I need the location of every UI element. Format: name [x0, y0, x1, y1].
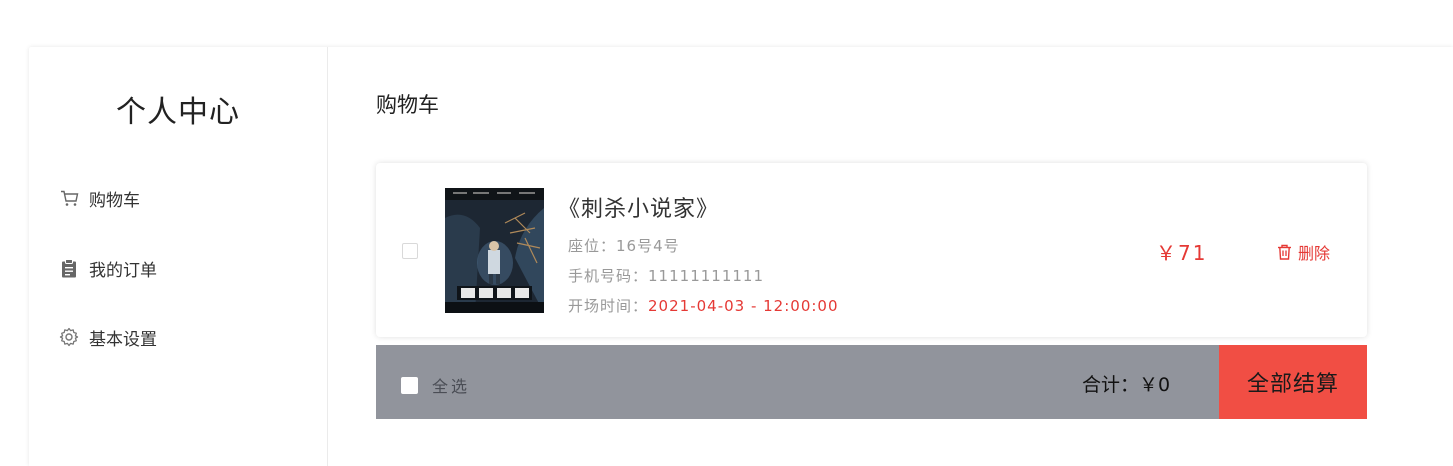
cart-total: 合计：￥0 — [1082, 370, 1170, 397]
item-price: ￥71 — [1156, 241, 1208, 265]
phone-label: 手机号码： — [568, 267, 649, 285]
total-value: ￥0 — [1139, 374, 1171, 396]
movie-title: 《刺杀小说家》 — [558, 197, 720, 222]
sidebar-item-cart[interactable]: 购物车 — [59, 186, 140, 211]
cart-footer: 全选 合计：￥0 全部结算 — [376, 345, 1367, 419]
content-panel: 个人中心 购物车 我的订单 基本设置 购物车 《刺杀小说家》 座位：16号4号 … — [29, 47, 1453, 466]
delete-label: 删除 — [1298, 244, 1331, 263]
sidebar: 个人中心 购物车 我的订单 基本设置 — [29, 47, 328, 466]
clipboard-icon — [59, 258, 79, 278]
sidebar-item-label: 我的订单 — [89, 260, 157, 281]
select-all-checkbox[interactable]: 全选 — [401, 373, 470, 397]
sidebar-item-orders[interactable]: 我的订单 — [59, 256, 157, 281]
sidebar-item-label: 购物车 — [89, 190, 140, 211]
item-checkbox[interactable] — [402, 243, 418, 259]
checkout-button[interactable]: 全部结算 — [1219, 345, 1367, 419]
main-content: 购物车 《刺杀小说家》 座位：16号4号 手机号码：11111111111 开场… — [328, 47, 1453, 466]
total-label: 合计： — [1082, 374, 1140, 396]
phone-info: 手机号码：11111111111 — [568, 265, 764, 286]
movie-poster — [445, 188, 544, 313]
showtime-label: 开场时间： — [568, 297, 649, 315]
cart-icon — [59, 188, 79, 208]
seat-value: 16号4号 — [616, 237, 680, 255]
select-all-box[interactable] — [401, 376, 418, 394]
gear-icon — [59, 327, 79, 347]
sidebar-item-settings[interactable]: 基本设置 — [59, 325, 157, 350]
seat-info: 座位：16号4号 — [568, 235, 680, 256]
trash-icon — [1278, 244, 1291, 260]
sidebar-item-label: 基本设置 — [89, 329, 157, 350]
sidebar-title: 个人中心 — [116, 95, 240, 130]
select-all-label: 全选 — [432, 377, 471, 396]
showtime-value: 2021-04-03 - 12:00:00 — [648, 297, 839, 315]
cart-item: 《刺杀小说家》 座位：16号4号 手机号码：11111111111 开场时间：2… — [376, 163, 1367, 337]
page-title: 购物车 — [376, 93, 439, 117]
delete-button[interactable]: 删除 — [1277, 240, 1330, 264]
phone-value: 11111111111 — [648, 267, 764, 285]
showtime-info: 开场时间：2021-04-03 - 12:00:00 — [568, 295, 839, 316]
seat-label: 座位： — [568, 237, 617, 255]
